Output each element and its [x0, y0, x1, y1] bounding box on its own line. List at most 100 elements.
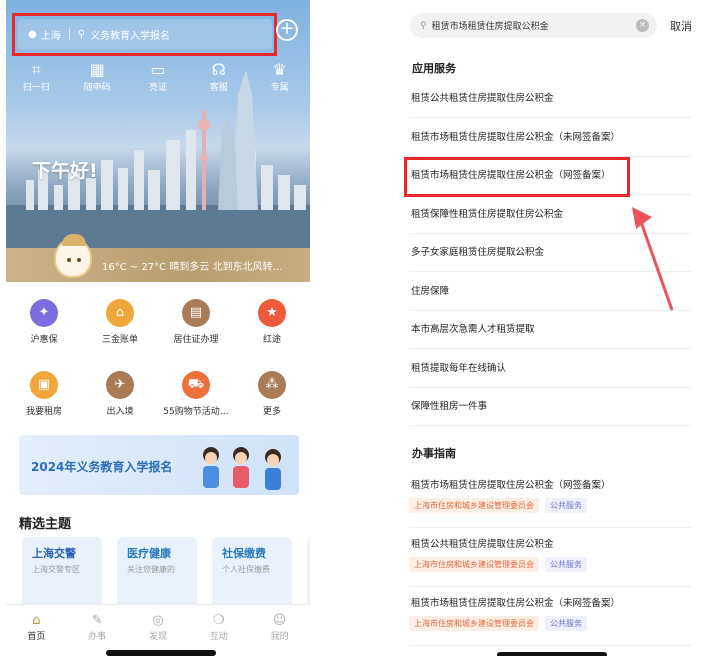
quick-label: 随申码: [83, 83, 111, 93]
quick-id-card[interactable]: ▭ 亮证: [133, 60, 183, 93]
id-card-icon: ▭: [150, 60, 166, 79]
service-item[interactable]: ✈ 出入境: [85, 366, 155, 438]
quick-label: 客服: [209, 83, 228, 93]
service-item[interactable]: ✦ 沪惠保: [9, 294, 79, 366]
card-title: 社保缴费: [222, 547, 266, 560]
theme-card[interactable]: 医疗健康 关注您健康的: [117, 537, 197, 612]
quick-headset[interactable]: ☊ 客服: [194, 60, 244, 93]
quick-label: 扫一扫: [22, 83, 50, 93]
department-tag: 上海市住房和城乡建设管理委员会: [409, 498, 539, 513]
guide-result-item[interactable]: 租赁市场租赁住房提取住房公积金（未网签备案） 上海市住房和城乡建设管理委员会 公共服…: [409, 586, 692, 646]
service-label: 居住证办理: [173, 335, 219, 345]
guide-title: 租赁市场租赁住房提取住房公积金（网签备案）: [411, 480, 611, 491]
service-result-item[interactable]: 租赁提取每年在线确认: [409, 350, 692, 388]
discover-icon: ◎: [152, 613, 164, 628]
guide-heading: 办事指南: [412, 447, 456, 460]
search-icon: ⚲: [420, 20, 427, 31]
theme-card[interactable]: 社保缴费个人社保缴费: [212, 537, 292, 612]
qr-code-icon: ▦: [89, 60, 105, 79]
tab-pen[interactable]: ✎ 办事: [72, 605, 122, 656]
result-highlight-box: [404, 157, 630, 197]
quick-label: 专属: [270, 83, 289, 93]
service-item[interactable]: ▣ 我要租房: [9, 366, 79, 438]
tab-user[interactable]: ☺ 我的: [255, 605, 305, 656]
pointer-arrow-icon: [632, 207, 674, 311]
quick-actions: ⌗ 扫一扫 ▦ 随申码 ▭ 亮证 ☊ 客服 ♛ 专属: [6, 60, 310, 93]
service-label: 沪惠保: [30, 335, 58, 345]
insurance-icon: ✦: [30, 299, 58, 327]
service-item[interactable]: ★ 红途: [237, 294, 307, 366]
left-screen: ● 上海 ⚲ 义务教育入学报名 + ⌗ 扫一扫 ▦ 随申码 ▭ 亮证 ☊ 客服 ♛ 专属 下午好!…: [6, 0, 310, 656]
department-tag: 上海市住房和城乡建设管理委员会: [409, 616, 539, 631]
child-illustration-icon: [229, 445, 253, 495]
service-result-item[interactable]: 本市高层次急需人才租赁提取: [409, 311, 692, 349]
more-grid-icon: ⁂: [258, 371, 286, 399]
crown-icon: ♛: [272, 60, 287, 79]
service-row: ✦ 沪惠保 ⌂ 三金账单 ▤ 居住证办理 ★ 红途: [6, 294, 310, 366]
section-title: 精选主题: [19, 517, 72, 532]
theme-card[interactable]: 出便民: [307, 537, 310, 612]
user-icon: ☺: [272, 613, 287, 628]
service-label: 更多: [262, 407, 281, 417]
service-grid: ✦ 沪惠保 ⌂ 三金账单 ▤ 居住证办理 ★ 红途 ▣ 我要租房 ✈ 出入境 ⛟ 55购物节活动… ⁂ 更多: [6, 294, 310, 438]
card-subtitle: 上海交警专区: [32, 565, 80, 574]
bottom-tab-bar: ⌂ 首页 ✎ 办事 ◎ 发现 ❍ 互动 ☺ 我的: [6, 604, 310, 656]
quick-label: 亮证: [148, 83, 167, 93]
child-illustration-icon: [261, 445, 285, 495]
category-tag: 公共服务: [545, 557, 587, 572]
service-label: 55购物节活动…: [163, 407, 229, 417]
search-results-page: ⚲ 租赁市场租赁住房提取公积金 × 取消 应用服务 租赁公共租赁住房提取住房公积…: [402, 0, 702, 656]
banner-title: 2024年义务教育入学报名: [31, 460, 173, 474]
clear-icon[interactable]: ×: [636, 19, 649, 32]
tab-home[interactable]: ⌂ 首页: [11, 605, 61, 656]
category-tag: 公共服务: [545, 498, 587, 513]
search-input[interactable]: ⚲ 租赁市场租赁住房提取公积金 ×: [410, 13, 657, 38]
house-doc-icon: ▣: [30, 371, 58, 399]
weather-strip[interactable]: 16°C ~ 27°C 晴到多云 北到东北风转…: [6, 248, 310, 282]
bill-icon: ⌂: [106, 299, 134, 327]
education-banner[interactable]: 2024年义务教育入学报名: [19, 435, 299, 495]
search-highlight-box: [12, 13, 277, 56]
tab-label: 办事: [88, 632, 107, 642]
scan-icon: ⌗: [31, 60, 41, 79]
residence-card-icon: ▤: [182, 299, 210, 327]
card-subtitle: 个人社保缴费: [222, 565, 270, 574]
chat-icon: ❍: [212, 613, 225, 628]
service-item[interactable]: ⌂ 三金账单: [85, 294, 155, 366]
plane-icon: ✈: [106, 371, 134, 399]
service-item[interactable]: ⁂ 更多: [237, 366, 307, 438]
service-item[interactable]: ▤ 居住证办理: [161, 294, 231, 366]
right-screen: ⚲ 租赁市场租赁住房提取公积金 × 取消 应用服务 租赁公共租赁住房提取住房公积…: [402, 0, 702, 656]
service-item[interactable]: ⛟ 55购物节活动…: [161, 366, 231, 438]
guide-result-item[interactable]: 租赁市场租赁住房提取住房公积金（网签备案） 上海市住房和城乡建设管理委员会 公共服务: [409, 468, 692, 528]
service-result-item[interactable]: 保障性租房一件事: [409, 388, 692, 426]
quick-scan[interactable]: ⌗ 扫一扫: [11, 60, 61, 93]
service-label: 我要租房: [25, 407, 62, 417]
home-icon: ⌂: [32, 613, 41, 628]
guide-title: 租赁公共租赁住房提取住房公积金: [411, 539, 554, 550]
tab-label: 我的: [270, 632, 289, 642]
tab-chat[interactable]: ❍ 互动: [194, 605, 244, 656]
tab-discover[interactable]: ◎ 发现: [133, 605, 183, 656]
service-label: 出入境: [106, 407, 134, 417]
service-result-item[interactable]: 租赁公共租赁住房提取住房公积金: [409, 80, 692, 118]
card-title: 医疗健康: [127, 547, 171, 560]
hero-banner: ● 上海 ⚲ 义务教育入学报名 + ⌗ 扫一扫 ▦ 随申码 ▭ 亮证 ☊ 客服 ♛ 专属 下午好!…: [6, 0, 310, 282]
search-query[interactable]: 租赁市场租赁住房提取公积金: [432, 19, 549, 32]
cancel-button[interactable]: 取消: [670, 18, 692, 34]
department-tag: 上海市住房和城乡建设管理委员会: [409, 557, 539, 572]
services-heading: 应用服务: [412, 62, 456, 75]
quick-qr-code[interactable]: ▦ 随申码: [72, 60, 122, 93]
add-icon[interactable]: +: [276, 19, 298, 41]
cart-icon: ⛟: [182, 371, 210, 399]
theme-cards: 上海交警上海交警专区医疗健康关注您健康的社保缴费个人社保缴费出便民: [22, 537, 310, 612]
theme-card[interactable]: 上海交警 上海交警专区: [22, 537, 102, 612]
quick-crown[interactable]: ♛ 专属: [255, 60, 305, 93]
headset-icon: ☊: [211, 60, 226, 79]
service-label: 三金账单: [101, 335, 138, 345]
guide-result-item[interactable]: 租赁公共租赁住房提取住房公积金上海市住房和城乡建设管理委员会 公共服务: [409, 527, 692, 587]
guide-title: 租赁市场租赁住房提取住房公积金（未网签备案）: [411, 598, 621, 609]
tab-label: 发现: [148, 632, 167, 642]
service-result-item[interactable]: 租赁市场租赁住房提取住房公积金（未网签备案）: [409, 119, 692, 157]
category-tag: 公共服务: [545, 616, 587, 631]
